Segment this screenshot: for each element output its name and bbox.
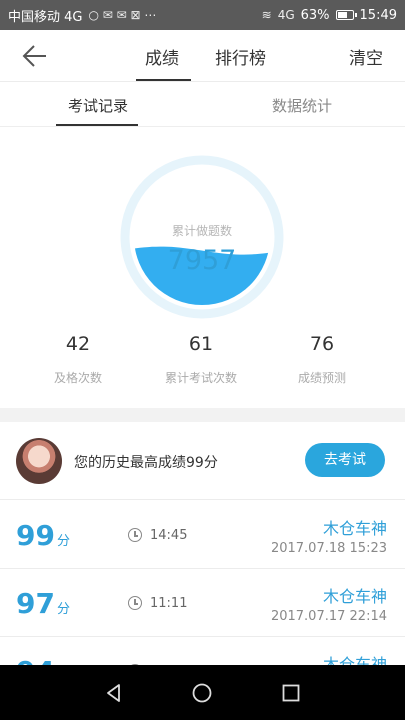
score-unit: 分 bbox=[56, 534, 70, 549]
record-date: 2017.07.17 22:14 bbox=[270, 609, 387, 624]
record-date: 2017.07.18 15:23 bbox=[270, 541, 387, 556]
stat-label: 及格次数 bbox=[53, 371, 102, 385]
battery-percent: 63% bbox=[300, 7, 330, 23]
record-row[interactable]: 99 分 14:45 木仓车神 2017.07.18 15:23 bbox=[0, 501, 405, 569]
stat-label: 成绩预测 bbox=[297, 371, 346, 385]
nav-back-icon[interactable] bbox=[104, 683, 124, 703]
clock-icon bbox=[128, 596, 142, 610]
carrier-text: 中国移动 4G bbox=[8, 9, 83, 25]
stats-panel: 累计做题数 7957 42 及格次数 61 累计考试次数 76 成绩预测 bbox=[0, 128, 405, 408]
stat-label: 累计考试次数 bbox=[164, 371, 237, 385]
record-duration: 14:45 bbox=[150, 528, 188, 543]
clear-button[interactable]: 清空 bbox=[349, 44, 383, 69]
tab-data-stats[interactable]: 数据统计 bbox=[272, 95, 332, 116]
clock-time: 15:49 bbox=[359, 7, 397, 23]
score-unit: 分 bbox=[56, 602, 70, 617]
score-number: 97 bbox=[16, 587, 55, 620]
sub-tabs: 考试记录 数据统计 bbox=[0, 83, 405, 127]
score-number: 99 bbox=[16, 519, 55, 552]
gauge-label: 累计做题数 bbox=[171, 224, 232, 238]
status-bar: 中国移动 4G ○ ✉ ✉ ⊠ ⋯ ≋ 4G 63% 15:49 bbox=[0, 0, 405, 30]
section-divider bbox=[0, 408, 405, 422]
record-duration: 11:11 bbox=[150, 596, 188, 611]
record-score: 99 分 bbox=[16, 519, 70, 552]
stat-value: 76 bbox=[309, 333, 335, 355]
record-user-name: 木仓车神 bbox=[322, 587, 387, 606]
stat-pass-count: 42 及格次数 bbox=[18, 333, 138, 386]
status-left: 中国移动 4G ○ ✉ ✉ ⊠ ⋯ bbox=[8, 6, 156, 25]
stat-value: 42 bbox=[65, 333, 91, 355]
record-row[interactable]: 97 分 11:11 木仓车神 2017.07.17 22:14 bbox=[0, 569, 405, 637]
status-right: ≋ 4G 63% 15:49 bbox=[262, 8, 397, 23]
gauge-value: 7957 bbox=[167, 245, 237, 276]
tab-active-indicator bbox=[136, 79, 191, 81]
record-user-name: 木仓车神 bbox=[322, 519, 387, 538]
tab-exam-records[interactable]: 考试记录 bbox=[68, 95, 128, 116]
back-arrow-icon[interactable] bbox=[20, 42, 50, 70]
nav-home-icon[interactable] bbox=[192, 683, 212, 703]
tab-leaderboard[interactable]: 排行榜 bbox=[215, 44, 266, 69]
stat-exam-count: 61 累计考试次数 bbox=[141, 333, 261, 386]
nav-recents-icon[interactable] bbox=[281, 683, 301, 703]
best-score-text: 您的历史最高成绩99分 bbox=[74, 455, 218, 471]
subtab-active-indicator bbox=[56, 124, 138, 126]
avatar[interactable] bbox=[16, 438, 62, 484]
best-score-row: 您的历史最高成绩99分 去考试 bbox=[0, 422, 405, 500]
record-score: 97 分 bbox=[16, 587, 70, 620]
stat-score-prediction: 76 成绩预测 bbox=[262, 333, 382, 386]
top-nav: 成绩 排行榜 清空 bbox=[0, 30, 405, 82]
notification-icon: ○ ✉ ✉ ⊠ ⋯ bbox=[88, 8, 157, 22]
take-exam-button[interactable]: 去考试 bbox=[305, 443, 385, 477]
wifi-icon: ≋ bbox=[261, 8, 272, 22]
clock-icon bbox=[128, 528, 142, 542]
screen: 中国移动 4G ○ ✉ ✉ ⊠ ⋯ ≋ 4G 63% 15:49 成绩 排行榜 … bbox=[0, 0, 405, 720]
stat-value: 61 bbox=[188, 333, 214, 355]
battery-icon bbox=[335, 10, 357, 20]
tab-scores[interactable]: 成绩 bbox=[145, 44, 179, 69]
system-nav-bar bbox=[0, 665, 405, 720]
signal-icon: 4G bbox=[277, 8, 295, 22]
questions-gauge: 累计做题数 7957 bbox=[120, 155, 284, 319]
